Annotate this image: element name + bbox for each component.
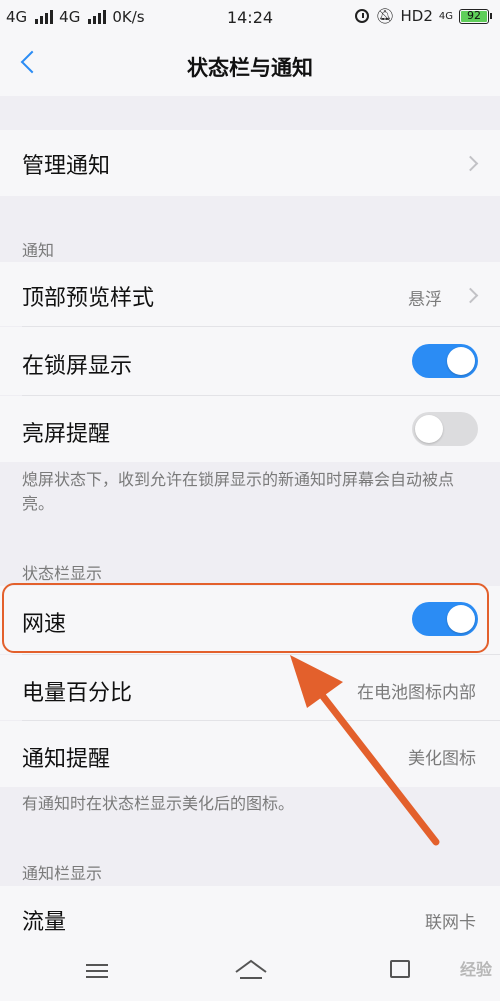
annotation-arrow-icon xyxy=(290,655,440,846)
back-icon[interactable] xyxy=(390,960,410,978)
home-icon[interactable] xyxy=(234,958,268,982)
menu-icon[interactable] xyxy=(86,964,108,978)
watermark: 经验 xyxy=(459,960,492,979)
navigation-bar: 经验 xyxy=(0,944,500,1001)
